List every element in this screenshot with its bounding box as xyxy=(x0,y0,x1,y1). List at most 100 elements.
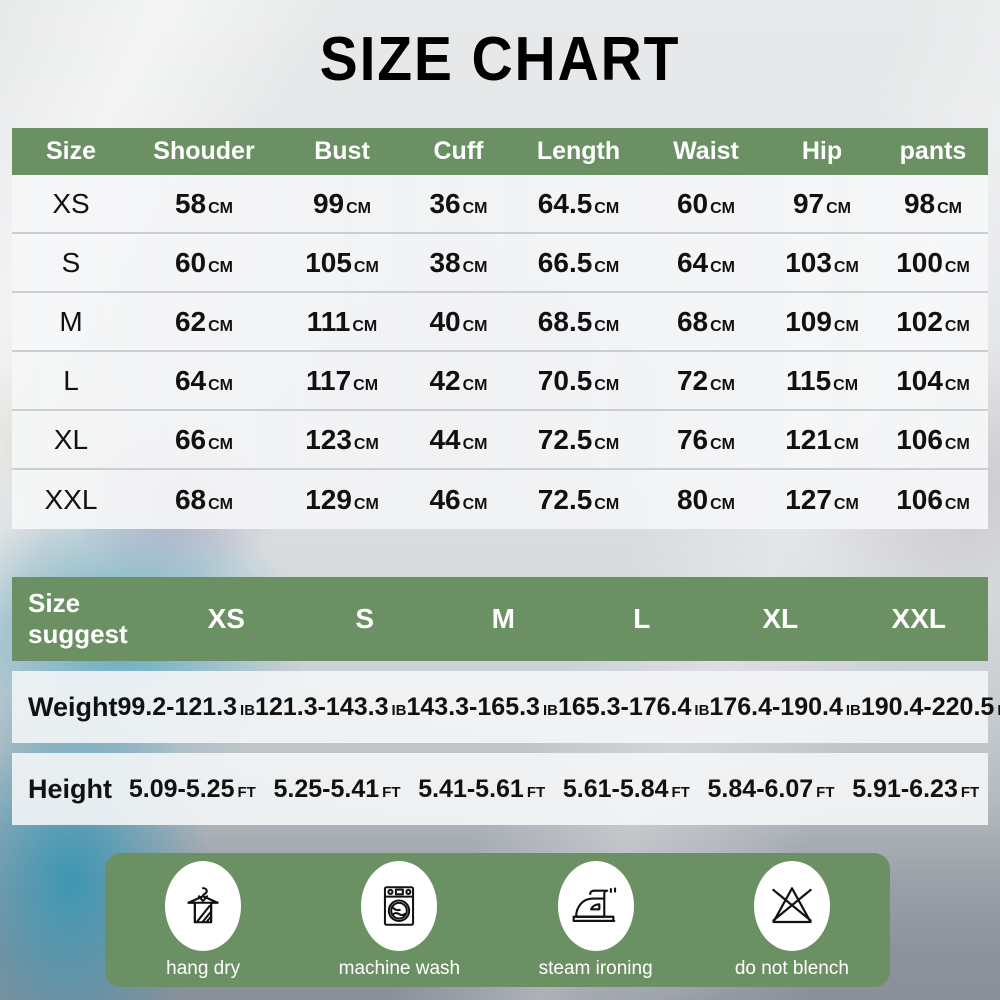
measurement-unit: CM xyxy=(462,435,488,453)
height-unit: FT xyxy=(960,783,980,801)
table-row: XS 58 CM 99 CM 36 CM 64.5 CM 60 CM 97 CM 98 CM xyxy=(12,175,988,234)
care-item-steam-ironing: steam ironing xyxy=(511,860,681,980)
height-range: 5.41-5.61 xyxy=(418,774,524,803)
cell-size: S xyxy=(12,247,130,279)
weight-unit: IB xyxy=(694,701,710,719)
measurement-unit: CM xyxy=(710,435,736,453)
height-unit: FT xyxy=(526,783,546,801)
measurement-unit: CM xyxy=(594,258,620,276)
column-header-bust: Bust xyxy=(314,137,370,165)
cell-size: XXL xyxy=(12,484,130,516)
size-label: XL xyxy=(53,423,89,455)
measurement-value: 98 xyxy=(903,187,936,219)
cell-cuff: 40 CM xyxy=(406,306,511,338)
cell-pants: 104 CM xyxy=(878,365,988,397)
weight-unit: IB xyxy=(391,701,407,719)
table-row: L 64 CM 117 CM 42 CM 70.5 CM 72 CM 115 CM 104 CM xyxy=(12,352,988,411)
care-item-do-not-bleach: do not blench xyxy=(707,860,877,980)
measurement-value: 102 xyxy=(896,305,943,337)
measurement-value: 105 xyxy=(305,246,352,278)
measurement-value: 60 xyxy=(174,246,207,278)
measurement-value: 66.5 xyxy=(537,246,593,278)
height-range: 5.61-5.84 xyxy=(562,774,669,803)
size-suggest-header-row: Size suggest XS S M L XL XXL xyxy=(12,577,988,661)
measurement-unit: CM xyxy=(944,376,970,394)
weight-value-2: 143.3-165.3 IB xyxy=(407,693,558,722)
measurement-unit: CM xyxy=(346,199,372,217)
column-header-size: Size xyxy=(45,137,97,165)
measurement-unit: CM xyxy=(833,258,859,276)
measurement-value: 127 xyxy=(785,483,832,515)
height-range: 5.09-5.25 xyxy=(128,774,235,803)
measurement-value: 64 xyxy=(676,246,709,278)
size-chart-page: SIZE CHART Size Shouder Bust Cuff Length… xyxy=(0,0,1000,1000)
height-value-0: 5.09-5.25 FT xyxy=(120,775,265,804)
measurement-unit: CM xyxy=(594,435,620,453)
cell-hip: 115 CM xyxy=(766,365,878,397)
size-label: XS xyxy=(52,187,90,219)
cell-waist: 64 CM xyxy=(646,247,766,279)
table-row: S 60 CM 105 CM 38 CM 66.5 CM 64 CM 103 CM 100 CM xyxy=(12,234,988,293)
measurement-value: 103 xyxy=(785,246,832,278)
weight-value-5: 190.4-220.5IB xyxy=(861,693,1000,722)
cell-waist: 72 CM xyxy=(646,365,766,397)
cell-shouder: 66 CM xyxy=(130,424,278,456)
measurement-value: 97 xyxy=(792,187,825,219)
measurement-unit: CM xyxy=(208,435,234,453)
measurement-unit: CM xyxy=(710,495,736,513)
hang-dry-icon xyxy=(165,860,242,951)
height-unit: FT xyxy=(671,783,690,801)
weight-label: Weight xyxy=(28,691,118,722)
measurement-value: 38 xyxy=(429,246,461,278)
cell-hip: 103 CM xyxy=(766,247,878,279)
table-row: M 62 CM 111 CM 40 CM 68.5 CM 68 CM 109 CM 102 CM xyxy=(12,293,988,352)
measurement-unit: CM xyxy=(208,376,234,394)
suggest-size-m: M xyxy=(491,603,515,634)
weight-range: 165.3-176.4 xyxy=(557,692,692,721)
measurement-value: 66 xyxy=(174,423,207,455)
measurement-unit: CM xyxy=(944,258,970,276)
measurement-unit: CM xyxy=(352,317,378,335)
measurement-unit: CM xyxy=(462,495,488,513)
weight-range: 143.3-165.3 xyxy=(406,692,540,721)
cell-shouder: 60 CM xyxy=(130,247,278,279)
weight-range: 121.3-143.3 xyxy=(255,692,389,721)
size-table-header-row: Size Shouder Bust Cuff Length Waist Hip … xyxy=(12,128,988,175)
measurement-value: 109 xyxy=(785,305,832,337)
measurement-unit: CM xyxy=(937,199,963,217)
weight-unit: IB xyxy=(240,701,256,719)
height-value-3: 5.61-5.84 FT xyxy=(554,775,699,804)
size-label: S xyxy=(61,246,81,278)
measurement-value: 40 xyxy=(429,305,461,337)
height-value-4: 5.84-6.07 FT xyxy=(699,775,844,804)
measurement-unit: CM xyxy=(833,317,859,335)
cell-length: 72.5 CM xyxy=(511,484,646,516)
care-label-do-not-bleach: do not blench xyxy=(734,957,849,979)
measurement-unit: CM xyxy=(353,495,379,513)
measurement-unit: CM xyxy=(208,199,234,217)
cell-size: XS xyxy=(12,188,130,220)
measurement-unit: CM xyxy=(833,376,859,394)
care-instructions-panel: hang dry machine wash steam ironing do n… xyxy=(105,853,890,987)
measurement-value: 46 xyxy=(429,483,461,515)
cell-pants: 106 CM xyxy=(878,424,988,456)
column-header-waist: Waist xyxy=(673,137,739,165)
measurement-value: 121 xyxy=(785,423,832,455)
measurement-value: 99 xyxy=(312,187,345,219)
measurement-value: 70.5 xyxy=(537,364,593,396)
cell-hip: 97 CM xyxy=(766,188,878,220)
measurement-value: 42 xyxy=(429,364,461,396)
measurement-unit: CM xyxy=(462,258,488,276)
height-range: 5.84-6.07 xyxy=(707,774,814,803)
cell-waist: 68 CM xyxy=(646,306,766,338)
measurement-unit: CM xyxy=(944,317,970,335)
measurement-value: 76 xyxy=(676,423,709,455)
cell-shouder: 68 CM xyxy=(130,484,278,516)
measurement-value: 72.5 xyxy=(537,483,593,515)
measurement-value: 72.5 xyxy=(537,423,593,455)
column-header-pants: pants xyxy=(899,137,967,165)
cell-length: 66.5 CM xyxy=(511,247,646,279)
measurement-value: 106 xyxy=(896,423,943,455)
measurement-unit: CM xyxy=(353,376,379,394)
cell-bust: 111 CM xyxy=(278,306,406,338)
